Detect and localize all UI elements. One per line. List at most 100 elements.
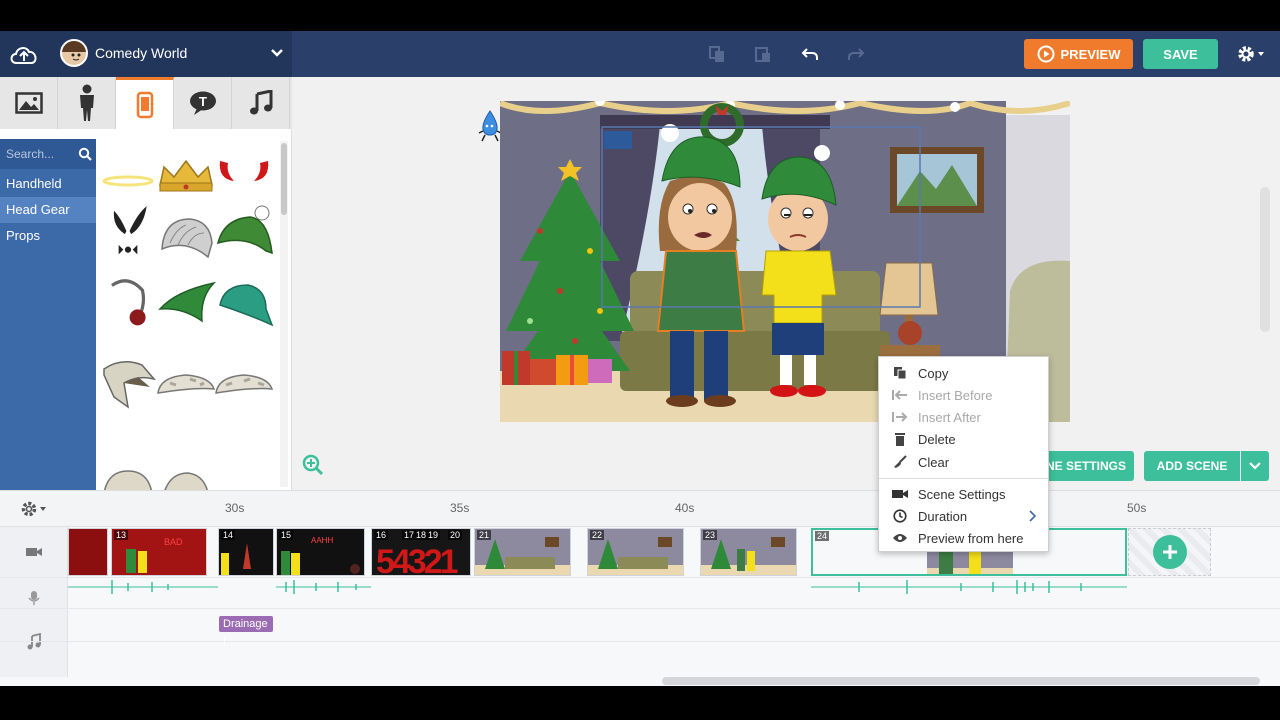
prop-halo[interactable] bbox=[98, 145, 158, 201]
svg-text:54321: 54321 bbox=[376, 543, 458, 576]
voice-waveform[interactable] bbox=[811, 580, 1127, 594]
menu-item-preview-from-here[interactable]: Preview from here bbox=[879, 527, 1048, 549]
undo-button[interactable] bbox=[787, 31, 833, 77]
save-button[interactable]: SAVE bbox=[1143, 39, 1218, 69]
tab-backgrounds[interactable] bbox=[0, 77, 58, 129]
prop-earmuffs[interactable] bbox=[98, 271, 158, 327]
menu-separator bbox=[879, 478, 1048, 479]
menu-item-clear[interactable]: Clear bbox=[879, 451, 1048, 473]
scene-clip[interactable]: 13 BAD bbox=[111, 528, 207, 576]
timeline-settings-gear-icon[interactable] bbox=[20, 500, 50, 518]
prop-crown[interactable] bbox=[156, 145, 216, 201]
prop-camo-cap-2[interactable] bbox=[214, 359, 274, 415]
menu-item-insert-before[interactable]: Insert Before bbox=[879, 384, 1048, 406]
redo-icon bbox=[848, 48, 865, 60]
speech-bubble-icon: T bbox=[189, 91, 216, 115]
timeline-scrollbar[interactable] bbox=[662, 677, 1260, 685]
zoom-in-icon[interactable] bbox=[302, 454, 324, 476]
svg-text:BAD: BAD bbox=[164, 537, 183, 547]
add-scene-button[interactable]: ADD SCENE bbox=[1144, 451, 1240, 481]
scene-clip[interactable]: 15 AAHH bbox=[276, 528, 365, 576]
copy-icon bbox=[894, 367, 907, 380]
tick-label: 30s bbox=[225, 501, 245, 515]
voice-waveform[interactable] bbox=[68, 580, 218, 594]
broom-icon bbox=[894, 455, 907, 468]
scene-clip[interactable]: 14 bbox=[218, 528, 274, 576]
menu-item-delete[interactable]: Delete bbox=[879, 428, 1048, 450]
prop-helmet[interactable] bbox=[98, 437, 158, 490]
menu-item-copy[interactable]: Copy bbox=[879, 362, 1048, 384]
preview-label: PREVIEW bbox=[1060, 46, 1121, 62]
asset-category-tabs: T bbox=[0, 77, 292, 129]
tab-sound[interactable] bbox=[232, 77, 290, 129]
video-editor-app: Comedy World PREVIEW SAVE T Search... Ha… bbox=[0, 31, 1280, 686]
tab-text[interactable]: T bbox=[174, 77, 232, 129]
top-bar: Comedy World PREVIEW SAVE bbox=[0, 31, 1280, 77]
scene-clip[interactable]: 22 bbox=[587, 528, 684, 576]
cloud-upload-icon[interactable] bbox=[8, 41, 40, 67]
insert-before-icon bbox=[892, 390, 907, 400]
redo-button[interactable] bbox=[833, 31, 879, 77]
search-icon[interactable] bbox=[78, 147, 92, 161]
music-clip[interactable]: Drainage | bbox=[219, 616, 273, 646]
scene-context-menu: Copy Insert Before Insert After Delete C… bbox=[878, 356, 1049, 552]
timeline-track-labels bbox=[0, 527, 68, 677]
paste-icon bbox=[755, 47, 770, 62]
scene-clip[interactable]: 16 17 18 19 20 54321 bbox=[371, 528, 471, 576]
search-box bbox=[0, 139, 96, 169]
eye-icon bbox=[893, 534, 907, 542]
scene-clip[interactable]: 23 bbox=[700, 528, 797, 576]
prop-camo-cap[interactable] bbox=[156, 359, 216, 415]
copy-icon bbox=[709, 46, 724, 62]
prop-devil-horns[interactable] bbox=[214, 145, 274, 201]
props-subcategory-nav: Handheld Head Gear Props bbox=[0, 139, 96, 490]
prop-trapper-hat[interactable] bbox=[98, 353, 158, 409]
project-bar: Comedy World bbox=[0, 31, 292, 77]
chevron-right-icon bbox=[1029, 510, 1037, 522]
undo-icon bbox=[801, 48, 818, 60]
prop-elf-hat[interactable] bbox=[156, 275, 216, 331]
asset-scrollbar[interactable] bbox=[280, 141, 288, 487]
prop-knit-cap[interactable] bbox=[156, 209, 216, 265]
svg-text:T: T bbox=[199, 94, 207, 109]
subnav-item-props[interactable]: Props bbox=[0, 223, 96, 249]
subnav-item-handheld[interactable]: Handheld bbox=[0, 171, 96, 197]
copy-scene-button[interactable] bbox=[694, 31, 740, 77]
project-name[interactable]: Comedy World bbox=[95, 45, 187, 61]
tab-props[interactable] bbox=[116, 77, 174, 129]
image-icon bbox=[14, 92, 43, 114]
svg-text:AAHH: AAHH bbox=[311, 536, 333, 545]
menu-item-insert-after[interactable]: Insert After bbox=[879, 406, 1048, 428]
tick-label: 50s bbox=[1127, 501, 1147, 515]
subnav-item-head-gear[interactable]: Head Gear bbox=[0, 197, 96, 223]
chevron-down-icon[interactable] bbox=[270, 46, 284, 60]
prop-helmet-2[interactable] bbox=[156, 437, 216, 490]
avatar[interactable] bbox=[60, 39, 88, 67]
stage-scrollbar[interactable] bbox=[1260, 187, 1270, 332]
prop-cap-teal[interactable] bbox=[214, 275, 274, 331]
add-scene-clip[interactable] bbox=[1128, 528, 1211, 576]
voice-waveform[interactable] bbox=[276, 580, 371, 594]
phone-icon bbox=[136, 91, 153, 118]
video-track-camera-icon bbox=[26, 548, 42, 556]
camera-icon bbox=[892, 490, 908, 498]
scene-clip[interactable] bbox=[68, 528, 108, 576]
add-icon bbox=[1153, 535, 1187, 569]
prop-green-beanie[interactable] bbox=[214, 205, 274, 261]
paste-scene-button[interactable] bbox=[740, 31, 786, 77]
clock-icon bbox=[893, 509, 907, 523]
chevron-down-icon bbox=[1249, 462, 1261, 470]
preview-button[interactable]: PREVIEW bbox=[1024, 39, 1133, 69]
menu-item-duration[interactable]: Duration bbox=[879, 505, 1048, 527]
prop-bunny-ears[interactable] bbox=[98, 203, 158, 259]
tab-characters[interactable] bbox=[58, 77, 116, 129]
settings-gear-icon[interactable] bbox=[1236, 43, 1266, 65]
music-note-icon bbox=[249, 90, 272, 115]
add-scene-dropdown-button[interactable] bbox=[1241, 451, 1269, 481]
scene-clip[interactable]: 21 bbox=[474, 528, 571, 576]
trash-icon bbox=[895, 433, 905, 446]
scene-settings-button[interactable]: NE SETTINGS bbox=[1044, 451, 1134, 481]
person-icon bbox=[79, 84, 94, 121]
menu-item-scene-settings[interactable]: Scene Settings bbox=[879, 483, 1048, 505]
timeline-ruler: 30s 35s 40s 45s 50s bbox=[0, 491, 1280, 527]
